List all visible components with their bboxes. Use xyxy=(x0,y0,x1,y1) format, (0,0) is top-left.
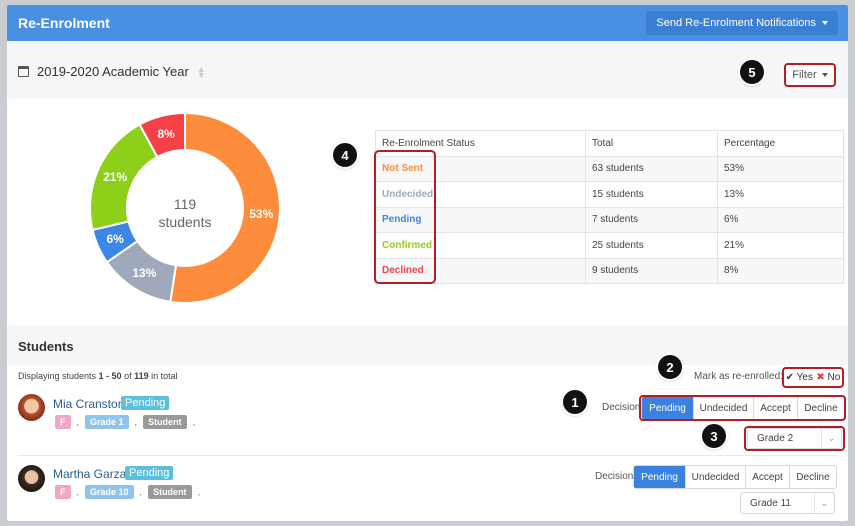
divider xyxy=(18,455,838,456)
mark-reenrolled-buttons: ✔ Yes ✖ No xyxy=(782,367,844,388)
displaying-of: of xyxy=(121,371,135,381)
student-name[interactable]: Martha Garza xyxy=(53,467,126,481)
total-cell: 9 students xyxy=(585,257,718,284)
annotation-marker: 3 xyxy=(702,424,726,448)
pct-cell: 6% xyxy=(717,206,844,233)
decision-accept-button[interactable]: Accept xyxy=(745,466,789,488)
year-bar: 2019-2020 Academic Year ▲ ▼ xyxy=(7,41,848,99)
year-label: 2019-2020 Academic Year xyxy=(37,64,189,79)
sort-updown-icon: ▲ ▼ xyxy=(196,63,206,80)
status-table: Re-Enrolment Status Total Percentage Not… xyxy=(375,130,844,284)
chevron-down-icon xyxy=(821,73,828,77)
tag-grade: Grade 10 xyxy=(85,485,134,499)
donut-slice-label: 6% xyxy=(106,232,124,246)
tag-gender: F xyxy=(55,415,71,429)
mark-reenrolled-label: Mark as re-enrolled: xyxy=(694,371,783,382)
close-icon: ✖ xyxy=(816,372,825,383)
displaying-total: 119 xyxy=(134,371,149,381)
chevron-down-icon: ⌄ xyxy=(814,493,834,513)
grade-select[interactable]: Grade 11 ⌄ xyxy=(740,492,835,514)
year-selector[interactable]: 2019-2020 Academic Year ▲ ▼ xyxy=(18,64,206,79)
grade-select-value: Grade 11 xyxy=(750,497,791,509)
table-header-row: Re-Enrolment Status Total Percentage xyxy=(375,130,844,157)
header-bar: Re-Enrolment Send Re-Enrolment Notificat… xyxy=(7,5,848,41)
avatar xyxy=(18,394,45,421)
mark-yes-label: Yes xyxy=(796,372,813,383)
tag-grade: Grade 1 xyxy=(85,415,129,429)
total-cell: 7 students xyxy=(585,206,718,233)
page-title: Re-Enrolment xyxy=(18,15,110,31)
filter-button[interactable]: Filter xyxy=(784,63,836,87)
table-row: Declined 9 students 8% xyxy=(375,257,844,284)
check-icon: ✔ xyxy=(785,372,795,383)
table-row: Pending 7 students 6% xyxy=(375,206,844,233)
send-notifications-button[interactable]: Send Re-Enrolment Notifications xyxy=(646,11,838,35)
annotation-marker: 1 xyxy=(563,390,587,414)
tag-gender: F xyxy=(55,485,71,499)
decision-undecided-button[interactable]: Undecided xyxy=(685,466,745,488)
send-notifications-label: Send Re-Enrolment Notifications xyxy=(656,17,816,29)
pct-cell: 21% xyxy=(717,232,844,259)
student-name[interactable]: Mia Cranston xyxy=(53,397,124,411)
annotation-marker: 4 xyxy=(333,143,357,167)
donut-slice-label: 21% xyxy=(103,170,127,184)
avatar xyxy=(18,465,45,492)
students-header: Students xyxy=(7,325,848,365)
mark-yes-button[interactable]: ✔ Yes xyxy=(786,372,813,383)
students-title: Students xyxy=(18,339,74,354)
decision-segmented-control: Pending Undecided Accept Decline xyxy=(633,465,837,489)
displaying-range: 1 - 50 xyxy=(98,371,122,381)
student-tags: F, Grade 1, Student, xyxy=(55,415,195,429)
header-total: Total xyxy=(585,130,718,157)
total-cell: 63 students xyxy=(585,155,718,182)
decision-pending-button[interactable]: Pending xyxy=(634,466,685,488)
chevron-down-icon xyxy=(822,21,828,25)
tag-role: Student xyxy=(143,415,187,429)
status-donut-chart: 53% 13% 6% 21% 8% 119 students xyxy=(89,111,281,304)
donut-slice-label: 13% xyxy=(132,266,156,280)
donut-center-unit: students xyxy=(159,214,212,230)
mark-no-label: No xyxy=(827,372,841,383)
header-percentage: Percentage xyxy=(717,130,844,157)
annotation-marker: 5 xyxy=(740,60,764,84)
decision-label: Decision: xyxy=(602,402,644,413)
student-tags: F, Grade 10, Student, xyxy=(55,485,200,499)
donut-slice-label: 8% xyxy=(157,127,175,141)
grade-highlight-box xyxy=(744,426,845,451)
displaying-suffix: in total xyxy=(148,371,178,381)
total-cell: 15 students xyxy=(585,181,718,208)
pct-cell: 53% xyxy=(717,155,844,182)
donut-center-value: 119 xyxy=(174,196,197,212)
status-badge: Pending xyxy=(121,396,170,410)
pct-cell: 8% xyxy=(717,257,844,284)
donut-slice-label: 53% xyxy=(249,207,273,221)
status-highlight-box xyxy=(374,150,436,284)
status-badge: Pending xyxy=(125,466,174,480)
mark-no-button[interactable]: ✖ No xyxy=(816,372,840,383)
annotation-marker: 2 xyxy=(658,355,682,379)
decision-highlight-box xyxy=(639,395,846,421)
pct-cell: 13% xyxy=(717,181,844,208)
decision-label: Decision: xyxy=(595,471,637,482)
tag-role: Student xyxy=(148,485,192,499)
displaying-count: Displaying students 1 - 50 of 119 in tot… xyxy=(18,371,178,381)
calendar-icon xyxy=(18,66,29,77)
total-cell: 25 students xyxy=(585,232,718,259)
table-row: Confirmed 25 students 21% xyxy=(375,232,844,259)
filter-label: Filter xyxy=(792,69,817,81)
displaying-prefix: Displaying students xyxy=(18,371,99,381)
table-row: Undecided 15 students 13% xyxy=(375,181,844,208)
table-row: Not Sent 63 students 53% xyxy=(375,155,844,182)
decision-decline-button[interactable]: Decline xyxy=(789,466,836,488)
